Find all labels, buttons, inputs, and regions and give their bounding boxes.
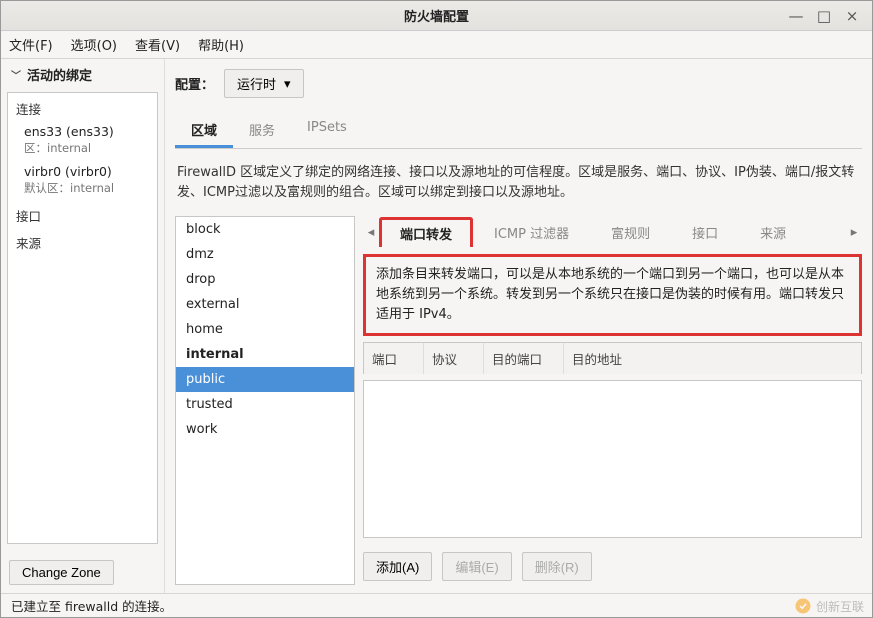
delete-button[interactable]: 删除(R) — [522, 552, 592, 581]
port-forward-table-body[interactable] — [363, 380, 862, 538]
sidebar-title: 活动的绑定 — [27, 65, 92, 84]
main-pane: 配置： 运行时 区域 服务 IPSets FirewallD 区域定义了绑定的网… — [165, 59, 872, 593]
watermark: 创新互联 — [794, 597, 864, 615]
subtab-interfaces[interactable]: 接口 — [671, 216, 739, 248]
sidebar-section-sources: 来源 — [8, 227, 157, 254]
maximize-button[interactable]: □ — [810, 5, 838, 27]
zone-description: FirewallD 区域定义了绑定的网络连接、接口以及源地址的可信程度。区域是服… — [175, 155, 862, 210]
tab-services[interactable]: 服务 — [233, 112, 291, 148]
subtab-rich-rules[interactable]: 富规则 — [590, 216, 671, 248]
top-tabs: 区域 服务 IPSets — [175, 112, 862, 149]
sidebar: ﹀ 活动的绑定 连接 ens33 (ens33) 区：internal virb… — [1, 59, 165, 593]
zone-item-internal[interactable]: internal — [176, 342, 354, 367]
zone-list: blockdmzdropexternalhomeinternalpublictr… — [175, 216, 355, 585]
col-port: 端口 — [364, 343, 424, 374]
config-label: 配置： — [175, 74, 214, 93]
status-text: 已建立至 firewalld 的连接。 — [11, 596, 172, 615]
status-bar: 已建立至 firewalld 的连接。 创新互联 — [1, 593, 872, 617]
connection-item[interactable]: ens33 (ens33) 区：internal — [8, 120, 157, 160]
connection-zone: 默认区：internal — [24, 181, 149, 196]
window-title: 防火墙配置 — [404, 6, 469, 25]
connection-zone: 区：internal — [24, 141, 149, 156]
menu-help[interactable]: 帮助(H) — [198, 35, 244, 54]
zone-item-dmz[interactable]: dmz — [176, 242, 354, 267]
menu-options[interactable]: 选项(O) — [71, 35, 117, 54]
col-dest-port: 目的端口 — [484, 343, 564, 374]
sidebar-section-interfaces: 接口 — [8, 200, 157, 227]
config-mode-select[interactable]: 运行时 — [224, 69, 304, 98]
minimize-button[interactable]: — — [782, 5, 810, 27]
tab-zones[interactable]: 区域 — [175, 112, 233, 148]
zone-item-external[interactable]: external — [176, 292, 354, 317]
sidebar-section-connections: 连接 — [8, 93, 157, 120]
change-zone-button[interactable]: Change Zone — [9, 560, 114, 585]
zone-item-work[interactable]: work — [176, 417, 354, 442]
menubar: 文件(F) 选项(O) 查看(V) 帮助(H) — [1, 31, 872, 59]
connection-item[interactable]: virbr0 (virbr0) 默认区：internal — [8, 160, 157, 200]
subtab-description: 添加条目来转发端口，可以是从本地系统的一个端口到另一个端口，也可以是从本地系统到… — [363, 254, 862, 336]
titlebar: 防火墙配置 — □ × — [1, 1, 872, 31]
zone-item-trusted[interactable]: trusted — [176, 392, 354, 417]
tab-ipsets[interactable]: IPSets — [291, 112, 363, 148]
menu-view[interactable]: 查看(V) — [135, 35, 180, 54]
subtab-icmp-filter[interactable]: ICMP 过滤器 — [473, 216, 590, 248]
subtab-sources[interactable]: 来源 — [739, 216, 807, 248]
edit-button[interactable]: 编辑(E) — [442, 552, 511, 581]
add-button[interactable]: 添加(A) — [363, 552, 432, 581]
subtab-scroll-left[interactable]: ◂ — [363, 216, 379, 248]
close-button[interactable]: × — [838, 5, 866, 27]
col-proto: 协议 — [424, 343, 484, 374]
collapse-icon[interactable]: ﹀ — [11, 67, 21, 82]
zone-item-drop[interactable]: drop — [176, 267, 354, 292]
connection-name: ens33 (ens33) — [24, 124, 149, 140]
menu-file[interactable]: 文件(F) — [9, 35, 53, 54]
port-forward-table-header: 端口 协议 目的端口 目的地址 — [363, 342, 862, 374]
subtab-port-forward[interactable]: 端口转发 — [379, 217, 473, 247]
zone-item-home[interactable]: home — [176, 317, 354, 342]
subtab-scroll-right[interactable]: ▸ — [846, 216, 862, 248]
connection-name: virbr0 (virbr0) — [24, 164, 149, 180]
zone-item-block[interactable]: block — [176, 217, 354, 242]
zone-item-public[interactable]: public — [176, 367, 354, 392]
col-dest-addr: 目的地址 — [564, 343, 861, 374]
